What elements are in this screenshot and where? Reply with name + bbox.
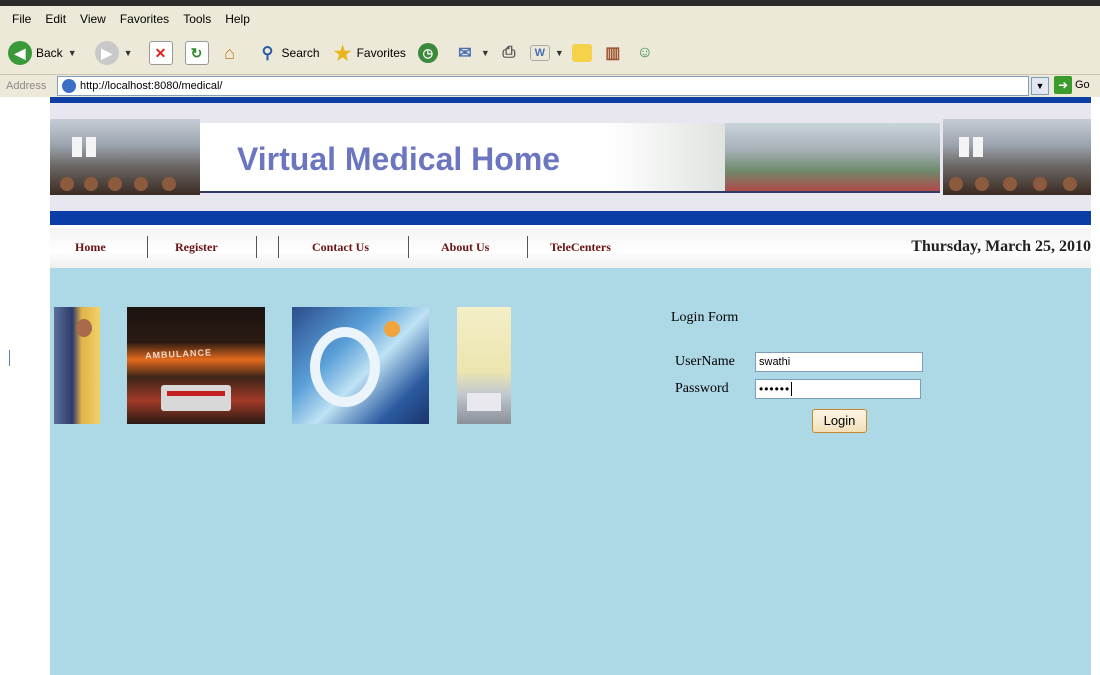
back-dropdown-icon[interactable]: ▼ (68, 48, 77, 58)
menu-tools[interactable]: Tools (183, 12, 211, 26)
username-input[interactable]: swathi (755, 352, 923, 372)
password-input[interactable]: •••••• (755, 379, 921, 399)
favorites-button[interactable]: ★ Favorites (332, 42, 406, 65)
menu-view[interactable]: View (80, 12, 106, 26)
go-button[interactable]: ➜ Go (1054, 76, 1090, 94)
title-panel: Virtual Medical Home (200, 123, 940, 193)
discuss-button[interactable] (571, 44, 592, 62)
address-url: http://localhost:8080/medical/ (80, 80, 223, 92)
banner-spacer (50, 195, 1091, 211)
address-input[interactable]: http://localhost:8080/medical/ (57, 76, 1029, 96)
browser-toolbar: ◀ Back ▼ ▶ ▼ ✕ ↻ ⌂ ⚲ Search ★ Favorites … (0, 32, 1100, 75)
research-button[interactable]: ▥ (602, 42, 624, 64)
conference-photo-right (943, 119, 1091, 195)
back-button[interactable]: ◀ Back ▼ (8, 41, 77, 65)
password-label: Password (675, 381, 729, 396)
login-form-title: Login Form (671, 310, 739, 325)
refresh-icon: ↻ (184, 41, 209, 65)
forward-dropdown-icon[interactable]: ▼ (124, 48, 133, 58)
menu-favorites[interactable]: Favorites (120, 12, 169, 26)
folder-icon (571, 44, 592, 62)
history-button[interactable]: ◷ (417, 43, 438, 63)
login-button[interactable]: Login (812, 409, 867, 433)
favorites-label: Favorites (356, 46, 406, 60)
menu-bar: File Edit View Favorites Tools Help (0, 6, 1100, 32)
mail-dropdown-icon[interactable]: ▼ (481, 48, 490, 58)
building-photo (725, 123, 940, 191)
refresh-button[interactable]: ↻ (184, 41, 209, 65)
menu-help[interactable]: Help (225, 12, 250, 26)
printer-icon: ⎙ (502, 44, 516, 61)
photo-mri-scanner (292, 307, 429, 424)
ambulance-sign: AMBULANCE (144, 347, 213, 361)
stop-button[interactable]: ✕ (148, 41, 173, 65)
back-arrow-icon: ◀ (8, 41, 32, 65)
print-button[interactable]: ⎙ (498, 42, 520, 64)
main-nav: Home Register Contact Us About Us TeleCe… (50, 228, 1091, 268)
content-area: AMBULANCE Login Form UserName swathi Pas… (50, 268, 1091, 675)
nav-blue-bar (50, 211, 1091, 225)
edit-icon: W (529, 45, 550, 61)
photo-hospital-room (457, 307, 511, 424)
nav-telecenters[interactable]: TeleCenters (550, 240, 611, 255)
password-value: •••••• (759, 382, 791, 396)
nav-separator (147, 236, 148, 258)
text-cursor (791, 382, 793, 396)
edit-dropdown-icon[interactable]: ▼ (555, 48, 564, 58)
photo-ambulance: AMBULANCE (127, 307, 265, 424)
header-spacer (50, 103, 1091, 119)
nav-separator (256, 236, 257, 258)
address-dropdown-icon[interactable]: ▼ (1031, 77, 1049, 95)
home-icon: ⌂ (224, 42, 235, 63)
forward-button[interactable]: ▶ ▼ (85, 41, 133, 65)
edit-button[interactable]: W ▼ (529, 45, 564, 61)
current-date: Thursday, March 25, 2010 (911, 238, 1091, 255)
go-arrow-icon: ➜ (1054, 76, 1072, 94)
mail-icon: ✉ (458, 45, 472, 62)
search-icon: ⚲ (261, 45, 274, 62)
star-icon: ★ (333, 42, 352, 65)
scroll-marker (9, 350, 10, 366)
address-bar: Address http://localhost:8080/medical/ ▼… (0, 75, 1100, 97)
menu-file[interactable]: File (12, 12, 31, 26)
go-label: Go (1075, 79, 1090, 91)
conference-photo-left (50, 119, 200, 195)
address-label: Address (6, 80, 47, 92)
search-label: Search (281, 46, 320, 60)
menu-edit[interactable]: Edit (45, 12, 66, 26)
nav-separator (278, 236, 279, 258)
home-button[interactable]: ⌂ (219, 42, 241, 64)
nav-register[interactable]: Register (175, 240, 218, 255)
mail-button[interactable]: ✉ ▼ (454, 42, 490, 64)
search-button[interactable]: ⚲ Search (257, 42, 320, 64)
books-icon: ▥ (605, 45, 621, 62)
nav-about-us[interactable]: About Us (441, 240, 489, 255)
nav-home[interactable]: Home (75, 240, 106, 255)
username-value: swathi (759, 356, 791, 368)
nav-contact-us[interactable]: Contact Us (312, 240, 369, 255)
messenger-icon: ☺ (636, 44, 653, 61)
photo-doctor-phone (54, 307, 100, 424)
page-icon (62, 79, 76, 93)
site-title: Virtual Medical Home (237, 141, 561, 177)
stop-icon: ✕ (148, 41, 173, 65)
nav-separator (527, 236, 528, 258)
history-icon: ◷ (417, 43, 438, 63)
nav-separator (408, 236, 409, 258)
back-label: Back (36, 46, 63, 60)
messenger-button[interactable]: ☺ (634, 42, 656, 64)
site-banner: Virtual Medical Home (50, 119, 1091, 195)
username-label: UserName (675, 354, 735, 369)
forward-arrow-icon: ▶ (94, 41, 119, 65)
